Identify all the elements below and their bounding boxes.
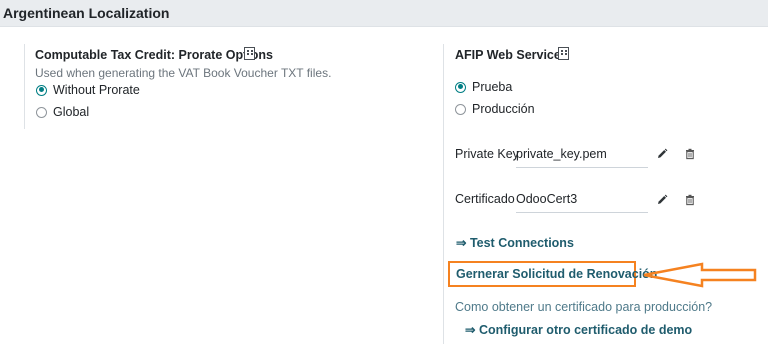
section-header: Argentinean Localization bbox=[0, 0, 768, 27]
tax-credit-description: Used when generating the VAT Book Vouche… bbox=[35, 66, 332, 80]
radio-prueba[interactable]: Prueba bbox=[455, 80, 512, 94]
pencil-icon[interactable] bbox=[655, 193, 669, 207]
pencil-icon[interactable] bbox=[655, 147, 669, 161]
radio-without-prorate[interactable]: Without Prorate bbox=[36, 83, 140, 97]
configure-demo-certificate-link[interactable]: ⇒ Configurar otro certificado de demo bbox=[465, 322, 692, 337]
building-icon bbox=[558, 47, 569, 60]
production-certificate-help[interactable]: Como obtener un certificado para producc… bbox=[455, 300, 712, 314]
radio-selected-icon bbox=[36, 84, 47, 96]
radio-selected-icon bbox=[455, 81, 466, 93]
right-column-divider bbox=[443, 44, 444, 344]
trash-icon[interactable] bbox=[683, 193, 697, 207]
tax-credit-title: Computable Tax Credit: Prorate Options bbox=[35, 48, 273, 62]
arrow-annotation-icon bbox=[643, 262, 757, 288]
building-icon bbox=[244, 47, 255, 60]
private-key-label: Private Key bbox=[455, 147, 519, 161]
private-key-field[interactable]: private_key.pem bbox=[516, 147, 648, 168]
radio-label: Producción bbox=[472, 102, 535, 116]
afip-title: AFIP Web Services bbox=[455, 48, 568, 62]
radio-produccion[interactable]: Producción bbox=[455, 102, 535, 116]
radio-label: Global bbox=[53, 105, 90, 119]
certificate-label: Certificado bbox=[455, 192, 515, 206]
trash-icon[interactable] bbox=[683, 147, 697, 161]
section-title: Argentinean Localization bbox=[3, 5, 170, 21]
left-column-divider bbox=[24, 44, 25, 129]
renewal-request-button[interactable]: Gernerar Solicitud de Renovación bbox=[456, 267, 657, 281]
radio-label: Prueba bbox=[472, 80, 513, 94]
certificate-field[interactable]: OdooCert3 bbox=[516, 192, 648, 213]
radio-global[interactable]: Global bbox=[36, 105, 89, 119]
radio-unselected-icon bbox=[36, 106, 47, 118]
radio-unselected-icon bbox=[455, 103, 466, 115]
test-connections-link[interactable]: ⇒ Test Connections bbox=[456, 235, 574, 250]
radio-label: Without Prorate bbox=[53, 83, 140, 97]
